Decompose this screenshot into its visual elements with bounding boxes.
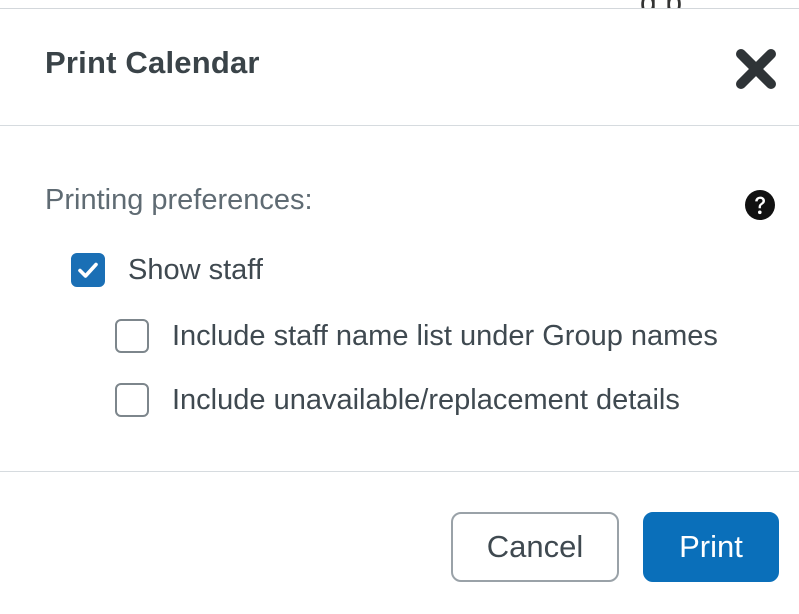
close-button[interactable] [734, 47, 778, 91]
show-staff-option[interactable]: Show staff [71, 253, 263, 287]
printing-preferences-label: Printing preferences: [45, 184, 313, 216]
print-calendar-dialog: Print Calendar Printing preferences: Sho… [0, 8, 799, 614]
include-staff-name-list-checkbox[interactable] [115, 319, 149, 353]
dialog-title: Print Calendar [45, 45, 260, 80]
dialog-header: Print Calendar [0, 9, 799, 126]
dialog-body: Printing preferences: Show staff Include… [0, 126, 799, 471]
screen: g p Print Calendar Printing preferences: [0, 0, 799, 614]
question-circle-icon [745, 190, 775, 220]
help-button[interactable] [744, 189, 776, 221]
include-unavailable-details-checkbox[interactable] [115, 383, 149, 417]
close-x-icon [736, 49, 776, 89]
cancel-button[interactable]: Cancel [451, 512, 619, 582]
include-staff-name-list-label: Include staff name list under Group name… [172, 319, 718, 352]
print-button[interactable]: Print [643, 512, 779, 582]
include-staff-name-list-option[interactable]: Include staff name list under Group name… [115, 319, 718, 353]
dialog-footer: Cancel Print [0, 471, 799, 614]
include-unavailable-details-option[interactable]: Include unavailable/replacement details [115, 383, 680, 417]
show-staff-checkbox[interactable] [71, 253, 105, 287]
show-staff-label: Show staff [128, 253, 263, 286]
include-unavailable-details-label: Include unavailable/replacement details [172, 383, 680, 416]
checkmark-icon [78, 262, 98, 278]
